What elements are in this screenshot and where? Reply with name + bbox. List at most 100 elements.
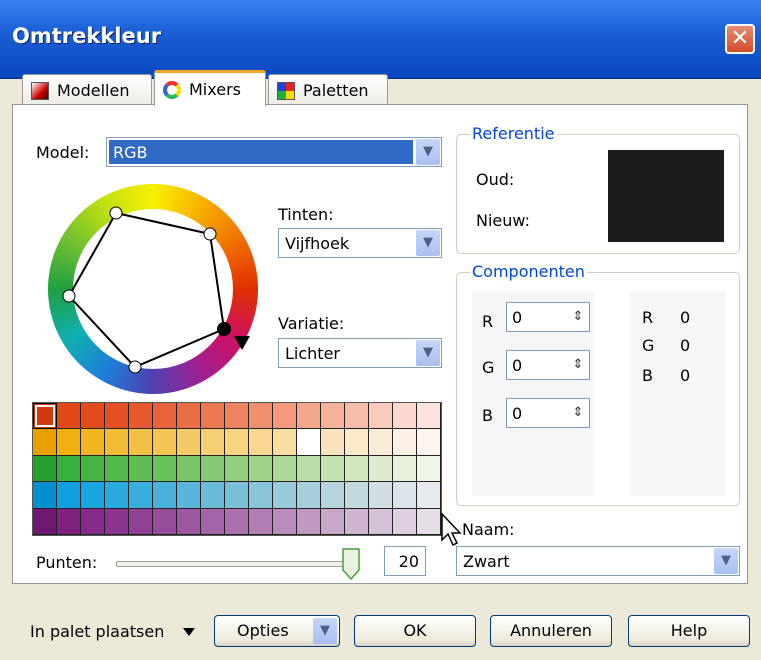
color-swatch[interactable] (105, 455, 129, 483)
color-swatch[interactable] (57, 429, 81, 456)
color-swatch[interactable] (201, 455, 225, 483)
color-swatch[interactable] (201, 482, 225, 509)
color-swatch[interactable] (33, 508, 57, 535)
color-swatch[interactable] (321, 508, 345, 535)
color-swatch[interactable] (345, 429, 369, 456)
color-swatch[interactable] (33, 482, 57, 509)
color-swatch[interactable] (153, 455, 177, 483)
color-swatch[interactable] (321, 455, 345, 483)
color-swatch[interactable] (105, 508, 129, 535)
color-swatch[interactable] (33, 403, 57, 430)
naam-dropdown[interactable]: Zwart ▼ (456, 546, 740, 576)
color-swatch[interactable] (129, 403, 153, 430)
annuleren-button[interactable]: Annuleren (490, 615, 612, 647)
tab-modellen[interactable]: Modellen (22, 74, 152, 106)
color-swatch[interactable] (105, 429, 129, 456)
variatie-dropdown[interactable]: Lichter ▼ (278, 338, 442, 368)
color-swatch[interactable] (273, 403, 297, 430)
color-swatch[interactable] (273, 455, 297, 483)
color-swatch[interactable] (81, 508, 105, 535)
punten-slider-thumb[interactable] (342, 548, 360, 581)
spinner-icon[interactable]: ⇕ (569, 402, 587, 424)
color-swatch[interactable] (105, 482, 129, 509)
color-swatch[interactable] (129, 455, 153, 483)
color-swatch[interactable] (225, 508, 249, 535)
color-swatch[interactable] (417, 455, 441, 483)
color-swatch[interactable] (201, 508, 225, 535)
color-swatch[interactable] (345, 403, 369, 430)
harmony-handle[interactable] (203, 227, 217, 241)
color-swatch[interactable] (345, 455, 369, 483)
help-button[interactable]: Help (628, 615, 750, 647)
color-swatch[interactable] (81, 455, 105, 483)
color-harmony-wheel[interactable] (48, 184, 258, 394)
color-swatch[interactable] (153, 429, 177, 456)
color-swatch[interactable] (33, 429, 57, 456)
color-swatch[interactable] (369, 429, 393, 456)
color-swatch[interactable] (57, 482, 81, 509)
color-swatch[interactable] (57, 403, 81, 430)
color-swatch[interactable] (369, 455, 393, 483)
punten-input[interactable]: 20 (384, 546, 426, 576)
color-swatch[interactable] (177, 482, 201, 509)
color-swatch[interactable] (225, 403, 249, 430)
color-swatch[interactable] (297, 403, 321, 430)
color-swatch[interactable] (177, 403, 201, 430)
spinner-icon[interactable]: ⇕ (569, 354, 587, 376)
color-swatch[interactable] (393, 429, 417, 456)
color-swatch[interactable] (321, 403, 345, 430)
color-swatch[interactable] (369, 482, 393, 509)
tab-paletten[interactable]: Paletten (268, 74, 388, 106)
harmony-handle-primary[interactable] (217, 322, 231, 336)
tinten-dropdown[interactable]: Vijfhoek ▼ (278, 228, 442, 258)
color-swatch[interactable] (81, 429, 105, 456)
color-swatch[interactable] (321, 482, 345, 509)
color-swatch[interactable] (417, 508, 441, 535)
color-swatch[interactable] (33, 455, 57, 483)
color-swatch[interactable] (225, 455, 249, 483)
color-swatch[interactable] (345, 508, 369, 535)
color-swatch[interactable] (249, 482, 273, 509)
color-swatch[interactable] (273, 508, 297, 535)
color-swatch[interactable] (417, 482, 441, 509)
color-swatch[interactable] (57, 455, 81, 483)
color-swatch[interactable] (129, 508, 153, 535)
color-swatch[interactable] (57, 508, 81, 535)
color-swatch[interactable] (369, 508, 393, 535)
color-swatch[interactable] (393, 403, 417, 430)
spinner-icon[interactable]: ⇕ (569, 306, 587, 328)
color-swatch[interactable] (297, 508, 321, 535)
b-input[interactable]: 0 ⇕ (506, 398, 590, 428)
color-swatch[interactable] (153, 403, 177, 430)
color-swatch[interactable] (153, 508, 177, 535)
close-button[interactable]: ✕ (725, 24, 755, 54)
color-swatch[interactable] (177, 429, 201, 456)
color-swatch[interactable] (153, 482, 177, 509)
punten-slider-track[interactable] (116, 561, 358, 567)
harmony-handle[interactable] (128, 360, 142, 374)
color-swatch[interactable] (81, 482, 105, 509)
color-swatch[interactable] (345, 482, 369, 509)
color-swatch[interactable] (129, 482, 153, 509)
harmony-handle[interactable] (62, 289, 76, 303)
color-swatch[interactable] (369, 403, 393, 430)
tab-mixers[interactable]: Mixers (154, 70, 266, 106)
color-swatch[interactable] (249, 429, 273, 456)
place-in-palette-label[interactable]: In palet plaatsen (30, 622, 164, 641)
harmony-handle[interactable] (109, 206, 123, 220)
color-swatch[interactable] (393, 482, 417, 509)
color-swatch[interactable] (321, 429, 345, 456)
color-swatch[interactable] (249, 455, 273, 483)
color-swatch[interactable] (225, 482, 249, 509)
color-swatch[interactable] (81, 403, 105, 430)
color-swatch[interactable] (273, 429, 297, 456)
color-swatch[interactable] (249, 403, 273, 430)
g-input[interactable]: 0 ⇕ (506, 350, 590, 380)
color-swatch[interactable] (249, 508, 273, 535)
color-swatch[interactable] (273, 482, 297, 509)
color-swatch[interactable] (105, 403, 129, 430)
color-swatch[interactable] (417, 429, 441, 456)
color-swatch[interactable] (129, 429, 153, 456)
dropdown-arrow-icon[interactable] (182, 627, 196, 637)
color-swatch[interactable] (201, 403, 225, 430)
